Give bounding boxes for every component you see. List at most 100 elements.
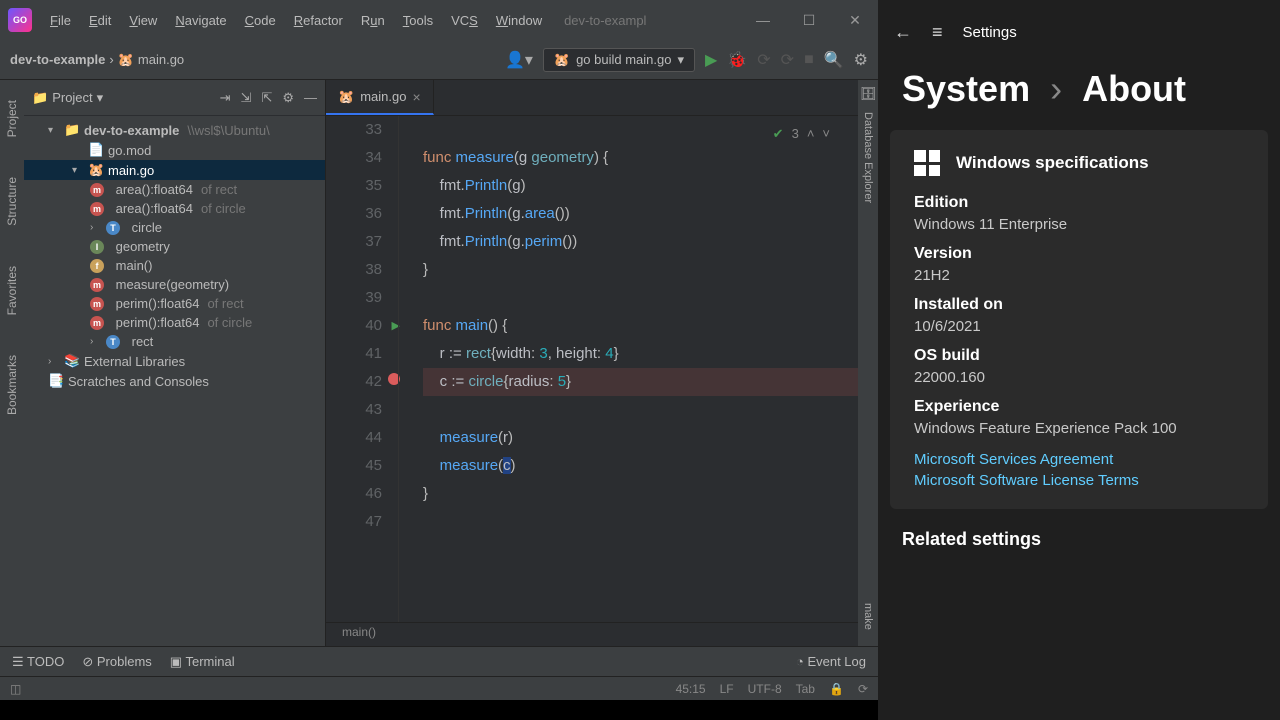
rail-structure[interactable]: Structure (5, 177, 19, 226)
stop-button[interactable]: ■ (804, 51, 814, 69)
todo-tab[interactable]: ☰ TODO (12, 654, 64, 670)
edition-value: Windows 11 Enterprise (914, 216, 1244, 233)
tab-maingo[interactable]: 🐹 main.go × (326, 80, 434, 115)
menu-window[interactable]: Window (488, 9, 550, 32)
status-sep[interactable]: LF (720, 682, 734, 696)
ide-window: GO File Edit View Navigate Code Refactor… (0, 0, 878, 700)
menu-tools[interactable]: Tools (395, 9, 441, 32)
tree-item[interactable]: ›T rect (24, 332, 325, 351)
settings-gear-icon[interactable]: ⚙ (854, 50, 868, 70)
user-icon[interactable]: 👤▾ (505, 50, 533, 70)
menu-refactor[interactable]: Refactor (286, 9, 351, 32)
rail-favorites[interactable]: Favorites (5, 266, 19, 315)
tree-scratches[interactable]: 📑Scratches and Consoles (24, 371, 325, 391)
sync-icon[interactable]: ⟳ (858, 682, 868, 696)
build-label: OS build (914, 347, 1244, 365)
debug-button[interactable]: 🐞 (727, 50, 747, 70)
run-config-select[interactable]: 🐹 go build main.go ▾ (543, 48, 695, 72)
tree-item[interactable]: m measure(geometry) (24, 275, 325, 294)
app-title: dev-to-exampl (564, 13, 646, 28)
chevron-right-icon: › (109, 52, 113, 67)
tree-item[interactable]: m area():float64of rect (24, 180, 325, 199)
chevron-down-icon[interactable]: ˅ (822, 120, 830, 148)
close-icon[interactable]: ✕ (840, 12, 870, 29)
breadcrumb[interactable]: dev-to-example › 🐹 main.go (10, 52, 184, 68)
bottom-toolbar: ☰ TODO ⊘ Problems ▣ Terminal ◔ Event Log (0, 646, 878, 676)
chevron-right-icon: › (1050, 68, 1062, 110)
run-button[interactable]: ▶ (705, 50, 717, 70)
project-panel: 📁 Project ▾ ⇥ ⇲ ⇱ ⚙ — ▾📁dev-to-example\\… (24, 80, 326, 646)
eventlog-tab[interactable]: ◔ Event Log (796, 654, 866, 669)
experience-value: Windows Feature Experience Pack 100 (914, 420, 1244, 437)
tree-item[interactable]: I geometry (24, 237, 325, 256)
tree-item[interactable]: m perim():float64of rect (24, 294, 325, 313)
back-icon[interactable]: ← (894, 22, 912, 43)
editor-breadcrumb[interactable]: main() (326, 622, 858, 646)
goland-logo-icon: GO (8, 8, 32, 32)
tree-item[interactable]: f main() (24, 256, 325, 275)
right-tool-rail: 🗄 Database Explorer make (858, 80, 878, 646)
rail-make[interactable]: make (862, 603, 874, 630)
crumb-project[interactable]: dev-to-example (10, 52, 105, 67)
go-file-icon: 🐹 (554, 52, 570, 68)
edition-label: Edition (914, 194, 1244, 212)
code-area[interactable]: ✔ 3 ˄ ˅ func measure(g geometry) { fmt.P… (398, 116, 858, 622)
crumb-file[interactable]: main.go (138, 52, 184, 67)
menu-navigate[interactable]: Navigate (167, 9, 234, 32)
tree-item[interactable]: m area():float64of circle (24, 199, 325, 218)
menu-run[interactable]: Run (353, 9, 393, 32)
settings-window: ← ≡ Settings System › About Windows spec… (878, 0, 1280, 720)
hide-icon[interactable]: — (304, 90, 317, 106)
gear-icon[interactable]: ⚙ (282, 90, 294, 106)
gutter[interactable]: 33 34 35 36 37 38 39 40▶ 41 42 43 44 45 … (326, 116, 398, 622)
menu-edit[interactable]: Edit (81, 9, 119, 32)
tree-item[interactable]: m perim():float64of circle (24, 313, 325, 332)
menu-icon[interactable]: ≡ (932, 22, 943, 43)
problems-tab[interactable]: ⊘ Problems (82, 654, 151, 670)
link-license-terms[interactable]: Microsoft Software License Terms (914, 472, 1244, 489)
lock-icon[interactable]: 🔒 (829, 682, 844, 696)
rail-project[interactable]: Project (5, 100, 19, 137)
terminal-tab[interactable]: ▣ Terminal (170, 654, 235, 670)
tree-item[interactable]: ›T circle (24, 218, 325, 237)
status-pos[interactable]: 45:15 (676, 682, 706, 696)
installed-label: Installed on (914, 296, 1244, 314)
tab-close-icon[interactable]: × (412, 89, 420, 105)
expand-all-icon[interactable]: ⇲ (241, 90, 252, 106)
minimize-icon[interactable]: — (748, 12, 778, 29)
inspection-widget[interactable]: ✔ 3 ˄ ˅ (773, 120, 830, 148)
profile-button[interactable]: ⟳ (781, 50, 794, 70)
rail-bookmarks[interactable]: Bookmarks (5, 355, 19, 415)
search-icon[interactable]: 🔍 (824, 50, 844, 70)
chevron-up-icon[interactable]: ˄ (807, 120, 815, 148)
version-value: 21H2 (914, 267, 1244, 284)
link-services-agreement[interactable]: Microsoft Services Agreement (914, 451, 1244, 468)
tree-external[interactable]: ›📚External Libraries (24, 351, 325, 371)
status-enc[interactable]: UTF-8 (748, 682, 782, 696)
main-menu: File Edit View Navigate Code Refactor Ru… (42, 9, 550, 32)
check-icon: ✔ (773, 120, 784, 148)
coverage-button[interactable]: ⟳ (757, 50, 770, 70)
card-title: Windows specifications (956, 153, 1149, 173)
select-opened-icon[interactable]: ⇥ (220, 90, 231, 106)
menu-view[interactable]: View (121, 9, 165, 32)
crumb-system[interactable]: System (902, 68, 1030, 110)
status-indent[interactable]: Tab (796, 682, 815, 696)
rail-database[interactable]: Database Explorer (862, 112, 874, 203)
menu-file[interactable]: File (42, 9, 79, 32)
toolwin-icon[interactable]: ◫ (10, 682, 21, 696)
run-config-label: go build main.go (576, 52, 671, 67)
maximize-icon[interactable]: ☐ (794, 12, 824, 29)
project-panel-title[interactable]: 📁 Project ▾ (32, 90, 103, 106)
inspection-count: 3 (792, 120, 799, 148)
project-tree[interactable]: ▾📁dev-to-example\\wsl$\Ubuntu\ 📄go.mod ▾… (24, 116, 325, 646)
menu-code[interactable]: Code (237, 9, 284, 32)
tree-root[interactable]: ▾📁dev-to-example\\wsl$\Ubuntu\ (24, 120, 325, 140)
database-icon[interactable]: 🗄 (860, 86, 877, 102)
tree-gomod[interactable]: 📄go.mod (24, 140, 325, 160)
collapse-all-icon[interactable]: ⇱ (261, 90, 272, 106)
titlebar: GO File Edit View Navigate Code Refactor… (0, 0, 878, 40)
status-bar: ◫ 45:15 LF UTF-8 Tab 🔒 ⟳ (0, 676, 878, 700)
menu-vcs[interactable]: VCS (443, 9, 486, 32)
tree-maingo[interactable]: ▾🐹main.go (24, 160, 325, 180)
